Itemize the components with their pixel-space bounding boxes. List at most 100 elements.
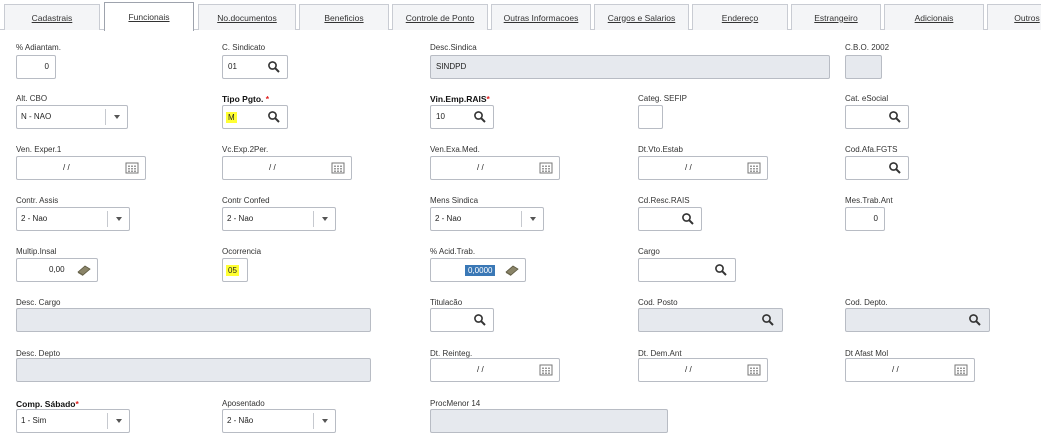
contr-assis-label: Contr. Assis — [16, 196, 59, 205]
comp-sabado-select[interactable]: 1 - Sim — [16, 409, 130, 433]
calendar-icon[interactable] — [539, 161, 553, 175]
calendar-icon[interactable] — [954, 363, 968, 377]
tab-cargos-e-salarios[interactable]: Cargos e Salarios — [594, 4, 689, 30]
mens-sindica-label: Mens Sindica — [430, 196, 479, 205]
aposentado-select[interactable]: 2 - Não — [222, 409, 336, 433]
adiantam-input[interactable]: 0 — [16, 55, 56, 79]
mens-sindica-select[interactable]: 2 - Nao — [430, 207, 544, 231]
comp-sabado-label: Comp. Sábado* — [16, 399, 79, 409]
cat-esocial-label: Cat. eSocial — [845, 94, 889, 103]
calendar-icon[interactable] — [331, 161, 345, 175]
tab-outros[interactable]: Outros — [987, 4, 1041, 30]
ocorrencia-value: 05 — [226, 265, 239, 276]
chevron-down-icon[interactable] — [114, 214, 124, 224]
cod-posto-label: Cod. Posto — [638, 298, 678, 307]
tipo-pgto-input[interactable]: M — [222, 105, 288, 129]
mes-trab-ant-value: 0 — [873, 214, 878, 223]
vin-emp-rais-label: Vin.Emp.RAIS* — [430, 94, 490, 104]
dt-dem-ant-date[interactable]: / / — [638, 358, 768, 382]
comp-sabado-label-text: Comp. Sábado — [16, 399, 76, 409]
chevron-down-icon[interactable] — [528, 214, 538, 224]
dt-afast-mol-label: Dt Afast Mol — [845, 349, 889, 358]
cod-afa-fgts-input[interactable] — [845, 156, 909, 180]
calendar-icon[interactable] — [747, 363, 761, 377]
ven-exper-1-date[interactable]: / / — [16, 156, 146, 180]
chevron-down-icon[interactable] — [320, 416, 330, 426]
dt-reinteg-label: Dt. Reinteg. — [430, 349, 473, 358]
search-icon[interactable] — [681, 212, 695, 226]
calendar-icon[interactable] — [539, 363, 553, 377]
ocorrencia-label: Ocorrencia — [222, 247, 262, 256]
select-divider — [107, 211, 108, 227]
vc-exp-2per-date[interactable]: / / — [222, 156, 352, 180]
contr-assis-select[interactable]: 2 - Nao — [16, 207, 130, 231]
dt-afast-mol-value: / / — [892, 365, 899, 374]
search-icon[interactable] — [888, 161, 902, 175]
dt-afast-mol-date[interactable]: / / — [845, 358, 975, 382]
categ-sefip-input[interactable] — [638, 105, 663, 129]
cat-esocial-input[interactable] — [845, 105, 909, 129]
c-sindicato-value: 01 — [228, 62, 237, 71]
adiantam-label: % Adiantam. — [16, 43, 61, 52]
mes-trab-ant-input[interactable]: 0 — [845, 207, 885, 231]
vc-exp-2per-label: Vc.Exp.2Per. — [222, 145, 269, 154]
alt-cbo-select[interactable]: N - NAO — [16, 105, 128, 129]
tab-controle-de-ponto[interactable]: Controle de Ponto — [392, 4, 488, 30]
search-icon[interactable] — [888, 110, 902, 124]
contr-confed-select[interactable]: 2 - Nao — [222, 207, 336, 231]
search-icon[interactable] — [473, 313, 487, 327]
calendar-icon[interactable] — [747, 161, 761, 175]
titulacao-input[interactable] — [430, 308, 494, 332]
ven-exa-med-date[interactable]: / / — [430, 156, 560, 180]
select-divider — [105, 109, 106, 125]
cod-afa-fgts-label: Cod.Afa.FGTS — [845, 145, 898, 154]
c-sindicato-input[interactable]: 01 — [222, 55, 288, 79]
ven-exper-1-value: / / — [63, 163, 70, 172]
multip-insal-input[interactable]: 0,00 — [16, 258, 98, 282]
tab-cadastrais[interactable]: Cadastrais — [4, 4, 100, 30]
mens-sindica-value: 2 - Nao — [435, 214, 462, 223]
tab-outras-informacoes[interactable]: Outras Informacoes — [491, 4, 591, 30]
cd-resc-rais-input[interactable] — [638, 207, 702, 231]
cod-depto-label: Cod. Depto. — [845, 298, 888, 307]
aposentado-value: 2 - Não — [227, 416, 254, 425]
calculator-icon[interactable] — [76, 263, 92, 277]
search-icon[interactable] — [473, 110, 487, 124]
search-icon[interactable] — [714, 263, 728, 277]
mes-trab-ant-label: Mes.Trab.Ant — [845, 196, 893, 205]
search-icon[interactable] — [761, 313, 775, 327]
tab-no-documentos[interactable]: No.documentos — [198, 4, 296, 30]
tab-beneficios[interactable]: Beneficios — [299, 4, 389, 30]
select-divider — [521, 211, 522, 227]
dt-vto-estab-date[interactable]: / / — [638, 156, 768, 180]
dt-reinteg-value: / / — [477, 365, 484, 374]
ocorrencia-input[interactable]: 05 — [222, 258, 248, 282]
tab-funcionais[interactable]: Funcionais — [104, 2, 194, 31]
cargo-label: Cargo — [638, 247, 660, 256]
comp-sabado-required: * — [75, 399, 79, 409]
tab-estrangeiro[interactable]: Estrangeiro — [791, 4, 881, 30]
adiantam-value: 0 — [44, 62, 49, 71]
calculator-icon[interactable] — [504, 263, 520, 277]
tab-adicionais[interactable]: Adicionais — [884, 4, 984, 30]
search-icon[interactable] — [267, 60, 281, 74]
vin-emp-rais-value: 10 — [436, 112, 445, 121]
chevron-down-icon[interactable] — [114, 416, 124, 426]
multip-insal-value: 0,00 — [49, 265, 65, 274]
tipo-pgto-label: Tipo Pgto. * — [222, 94, 269, 104]
cargo-input[interactable] — [638, 258, 736, 282]
cod-posto-input[interactable] — [638, 308, 783, 332]
search-icon[interactable] — [968, 313, 982, 327]
vin-emp-rais-label-text: Vin.Emp.RAIS — [430, 94, 487, 104]
vin-emp-rais-input[interactable]: 10 — [430, 105, 494, 129]
cod-depto-input[interactable] — [845, 308, 990, 332]
acid-trab-input[interactable]: 0,0000 — [430, 258, 526, 282]
calendar-icon[interactable] — [125, 161, 139, 175]
chevron-down-icon[interactable] — [112, 112, 122, 122]
dt-reinteg-date[interactable]: / / — [430, 358, 560, 382]
chevron-down-icon[interactable] — [320, 214, 330, 224]
cbo-2002-label: C.B.O. 2002 — [845, 43, 890, 52]
tab-endereco[interactable]: Endereço — [692, 4, 788, 30]
search-icon[interactable] — [267, 110, 281, 124]
dt-dem-ant-label: Dt. Dem.Ant — [638, 349, 682, 358]
